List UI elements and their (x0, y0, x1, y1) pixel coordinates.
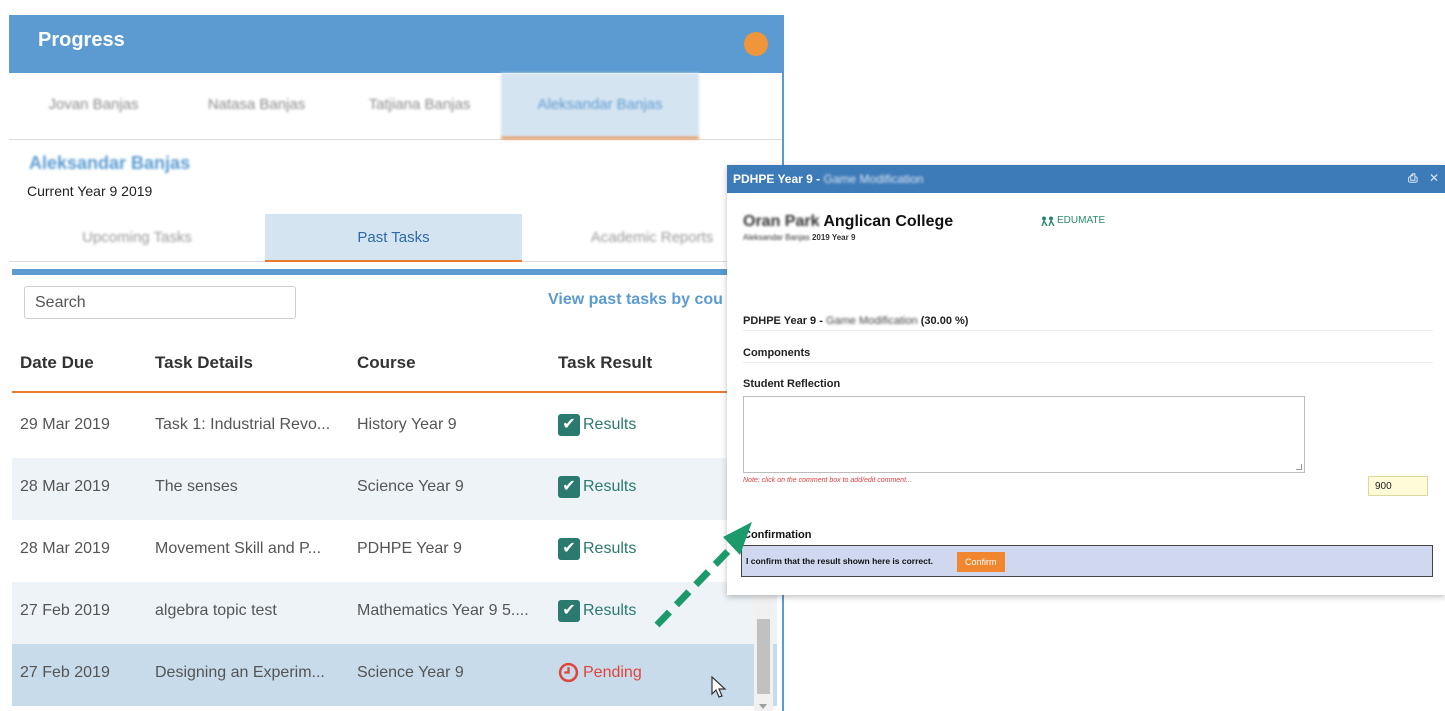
school-name: Oran Park Anglican College (743, 213, 953, 231)
student-year: Current Year 9 2019 (27, 183, 153, 199)
task-result-popup: PDHPE Year 9 - Game Modification ⎙ ✕ Ora… (727, 165, 1445, 595)
popup-title-task: Game Modification (823, 172, 924, 186)
table-row[interactable]: 29 Mar 2019 Task 1: Industrial Revo... H… (12, 396, 777, 458)
result-label: Results (583, 416, 637, 433)
edumate-logo: EDUMATE (1041, 215, 1105, 226)
row-course: PDHPE Year 9 (357, 540, 462, 557)
results-link[interactable]: ✔ Results (558, 476, 636, 498)
course-line: PDHPE Year 9 - Game Modification (30.00 … (743, 315, 1433, 331)
student-info: Aleksandar Banjas 2019 Year 9 (743, 233, 855, 242)
student-tab-1[interactable]: Jovan Banjas (12, 73, 175, 139)
confirmation-heading: Confirmation (743, 529, 812, 541)
school-name-prefix: Oran Park (743, 213, 820, 230)
panel-title: Progress (38, 29, 125, 51)
column-date-due[interactable]: Date Due (20, 353, 94, 373)
row-course: Science Year 9 (357, 478, 464, 495)
result-label: Results (583, 540, 637, 557)
student-tab-4[interactable]: Aleksandar Banjas (501, 73, 699, 139)
student-tab-2[interactable]: Natasa Banjas (175, 73, 338, 139)
student-reflection-label: Student Reflection (743, 378, 841, 390)
popup-title: PDHPE Year 9 - (733, 172, 821, 186)
search-input[interactable]: Search (24, 286, 296, 319)
row-task: Designing an Experim... (155, 664, 325, 681)
row-course: Mathematics Year 9 5.... (357, 602, 529, 619)
resize-grip-icon[interactable] (1296, 464, 1302, 470)
course-line-weight: (30.00 %) (920, 315, 969, 327)
column-task-result[interactable]: Task Result (558, 353, 652, 373)
result-label: Results (583, 602, 637, 619)
edumate-logo-icon (1041, 216, 1055, 226)
column-course[interactable]: Course (357, 353, 416, 373)
row-task: Movement Skill and P... (155, 540, 322, 557)
column-task-details[interactable]: Task Details (155, 353, 253, 373)
row-date: 28 Mar 2019 (20, 478, 110, 495)
checkbox-checked-icon: ✔ (558, 414, 580, 436)
mouse-cursor-icon (711, 676, 727, 698)
row-course: Science Year 9 (357, 664, 464, 681)
row-task: The senses (155, 478, 238, 495)
student-info-year: 2019 Year 9 (811, 233, 856, 242)
row-course: History Year 9 (357, 416, 457, 433)
table-header: Date Due Task Details Course Task Result (12, 347, 777, 393)
confirmation-text: I confirm that the result shown here is … (746, 556, 934, 566)
past-tasks-card: Search View past tasks by cou Date Due T… (12, 269, 777, 711)
row-task: algebra topic test (155, 602, 277, 619)
student-name: Aleksandar Banjas (29, 153, 191, 173)
tab-upcoming-tasks[interactable]: Upcoming Tasks (9, 214, 265, 262)
table-row[interactable]: 28 Mar 2019 The senses Science Year 9 ✔ … (12, 458, 777, 520)
row-date: 28 Mar 2019 (20, 540, 110, 557)
school-name-main: Anglican College (823, 213, 954, 230)
panel-header: Progress (9, 15, 782, 73)
checkbox-checked-icon: ✔ (558, 476, 580, 498)
student-info-name: Aleksandar Banjas (743, 233, 810, 242)
course-line-title: PDHPE Year 9 - (743, 315, 823, 327)
checkbox-checked-icon: ✔ (558, 538, 580, 560)
comment-note: Note: click on the comment box to add/ed… (743, 477, 912, 484)
scroll-down-icon[interactable] (759, 704, 767, 709)
student-tabs: Jovan Banjas Natasa Banjas Tatjiana Banj… (9, 73, 782, 140)
row-date: 29 Mar 2019 (20, 416, 110, 433)
status-dot-icon (744, 32, 768, 56)
result-label: Results (583, 478, 637, 495)
scrollbar-thumb[interactable] (757, 619, 770, 694)
confirm-button[interactable]: Confirm (957, 552, 1005, 572)
result-label: Pending (583, 663, 642, 681)
tab-past-tasks[interactable]: Past Tasks (265, 214, 522, 262)
table-row[interactable]: 27 Feb 2019 algebra topic test Mathemati… (12, 582, 777, 644)
course-line-task: Game Modification (825, 315, 918, 327)
row-date: 27 Feb 2019 (20, 602, 110, 619)
score-field[interactable]: 900 (1368, 476, 1428, 496)
edumate-logo-text: EDUMATE (1057, 215, 1106, 226)
checkbox-checked-icon: ✔ (558, 600, 580, 622)
section-tabs: Upcoming Tasks Past Tasks Academic Repor… (9, 214, 782, 262)
view-past-tasks-link[interactable]: View past tasks by cou (548, 291, 723, 309)
table-row[interactable]: 28 Mar 2019 Movement Skill and P... PDHP… (12, 520, 777, 582)
results-link[interactable]: ✔ Results (558, 538, 636, 560)
row-task: Task 1: Industrial Revo... (155, 416, 331, 433)
results-link[interactable]: ✔ Results (558, 414, 636, 436)
student-reflection-textarea[interactable] (743, 396, 1305, 473)
print-icon[interactable]: ⎙ (1408, 171, 1418, 185)
results-link[interactable]: ✔ Results (558, 600, 636, 622)
popup-titlebar: PDHPE Year 9 - Game Modification ⎙ ✕ (727, 165, 1445, 193)
close-icon[interactable]: ✕ (1429, 171, 1439, 185)
student-tab-3[interactable]: Tatjiana Banjas (338, 73, 501, 139)
row-date: 27 Feb 2019 (20, 664, 110, 681)
confirmation-bar: I confirm that the result shown here is … (741, 545, 1433, 577)
pending-status[interactable]: Pending (558, 662, 642, 683)
clock-icon (558, 662, 579, 683)
table-row[interactable]: 27 Feb 2019 Designing an Experim... Scie… (12, 644, 777, 706)
progress-panel: Progress Jovan Banjas Natasa Banjas Tatj… (9, 15, 784, 711)
components-label: Components (743, 347, 1433, 363)
